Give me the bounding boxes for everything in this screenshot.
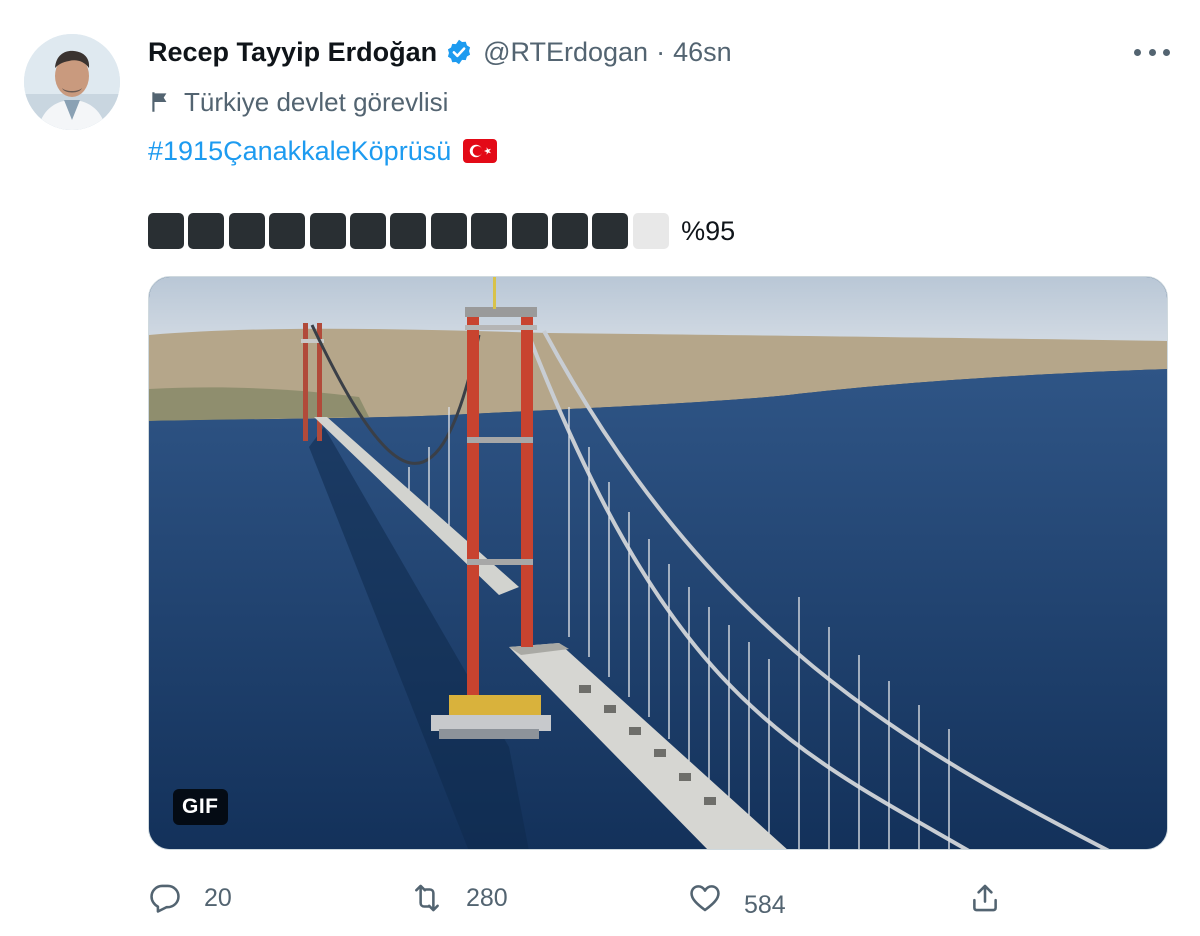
verified-badge-icon (445, 38, 473, 66)
retweet-icon (415, 884, 439, 912)
retweet-button[interactable]: 280 (410, 874, 508, 922)
tweet-timestamp[interactable]: 46sn (673, 37, 732, 68)
progress-bar: %95 (148, 212, 735, 250)
retweet-count: 280 (466, 883, 508, 912)
more-dot (1148, 48, 1156, 56)
author-avatar[interactable] (24, 34, 120, 130)
progress-block-filled (228, 213, 265, 249)
progress-block-filled (309, 213, 346, 249)
tweet-text-line: #1915ÇanakkaleKöprüsü (148, 132, 498, 170)
progress-block-filled (148, 213, 184, 249)
tweet-actions: 20 280 584 (148, 874, 1028, 922)
progress-block-filled (551, 213, 588, 249)
progress-block-empty (632, 213, 669, 249)
government-label: Türkiye devlet görevlisi (148, 84, 448, 120)
progress-block-filled (269, 213, 306, 249)
like-count: 584 (744, 890, 786, 919)
heart-icon (690, 885, 720, 912)
hashtag-link[interactable]: #1915ÇanakkaleKöprüsü (148, 136, 451, 167)
turkey-flag-icon (463, 139, 498, 163)
reply-button[interactable]: 20 (148, 874, 232, 922)
progress-block-filled (471, 213, 508, 249)
flag-icon (152, 92, 167, 112)
reply-count: 20 (204, 883, 232, 912)
progress-block-filled (188, 213, 225, 249)
gif-badge: GIF (173, 789, 228, 825)
more-options-icon[interactable] (1134, 40, 1170, 64)
progress-block-filled (592, 213, 629, 249)
progress-blocks (148, 213, 673, 249)
progress-block-filled (511, 213, 548, 249)
progress-block-filled (430, 213, 467, 249)
label-text: Türkiye devlet görevlisi (184, 86, 449, 117)
tweet-header: Recep Tayyip Erdoğan @RTErdogan · 46sn (148, 34, 732, 70)
separator-dot: · (656, 36, 666, 67)
progress-block-filled (390, 213, 427, 249)
share-button[interactable] (968, 874, 1002, 922)
bridge-image (149, 277, 1167, 849)
more-dot (1163, 48, 1170, 56)
author-handle[interactable]: @RTErdogan (483, 37, 648, 68)
tweet-media-gif[interactable]: GIF (148, 276, 1168, 850)
like-button[interactable]: 584 (688, 874, 786, 922)
author-name[interactable]: Recep Tayyip Erdoğan (148, 37, 437, 68)
share-icon (973, 884, 997, 912)
progress-block-filled (349, 213, 386, 249)
progress-percent: %95 (681, 215, 736, 246)
reply-icon (150, 884, 180, 913)
more-dot (1134, 48, 1141, 56)
